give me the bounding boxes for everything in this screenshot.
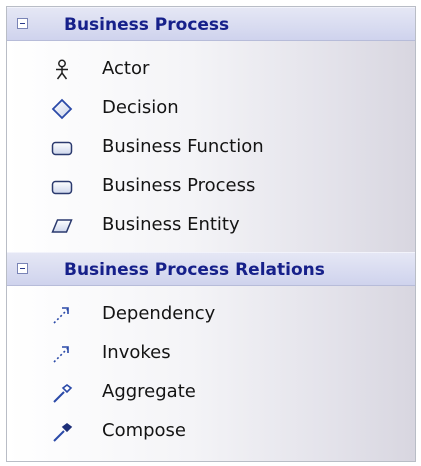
toolbox-panel: Business Process Actor Decision Business… [6,6,416,462]
toolbox-item-label: Business Function [102,136,264,157]
dotted-arrow-icon [51,343,73,365]
toolbox-item-dependency[interactable]: Dependency [7,295,415,334]
filled-diamond-line-icon [51,421,73,443]
hollow-diamond-line-icon [51,382,73,404]
section-title: Business Process Relations [64,260,325,280]
section-header-business-process-relations[interactable]: Business Process Relations [7,252,415,286]
toolbox-item-label: Decision [102,97,179,118]
toolbox-item-label: Aggregate [102,381,196,402]
actor-icon [51,59,73,81]
dotted-arrow-icon [51,304,73,326]
toolbox-item-label: Invokes [102,342,171,363]
toolbox-item-label: Business Entity [102,214,240,235]
toolbox-item-compose[interactable]: Compose [7,412,415,451]
toolbox-item-business-function[interactable]: Business Function [7,128,415,167]
toolbox-item-business-process[interactable]: Business Process [7,167,415,206]
section-header-business-process[interactable]: Business Process [7,7,415,41]
toolbox-item-label: Business Process [102,175,256,196]
collapse-icon[interactable] [17,18,28,29]
toolbox-item-actor[interactable]: Actor [7,50,415,89]
toolbox-item-label: Actor [102,58,150,79]
decision-icon [51,98,73,120]
toolbox-item-label: Compose [102,420,187,441]
collapse-icon[interactable] [17,263,28,274]
toolbox-item-decision[interactable]: Decision [7,89,415,128]
rounded-rectangle-icon [51,176,73,198]
toolbox-item-aggregate[interactable]: Aggregate [7,373,415,412]
parallelogram-icon [51,215,73,237]
toolbox-item-business-entity[interactable]: Business Entity [7,206,415,245]
rounded-rectangle-icon [51,137,73,159]
section-title: Business Process [64,15,230,35]
toolbox-item-invokes[interactable]: Invokes [7,334,415,373]
toolbox-item-label: Dependency [102,303,216,324]
